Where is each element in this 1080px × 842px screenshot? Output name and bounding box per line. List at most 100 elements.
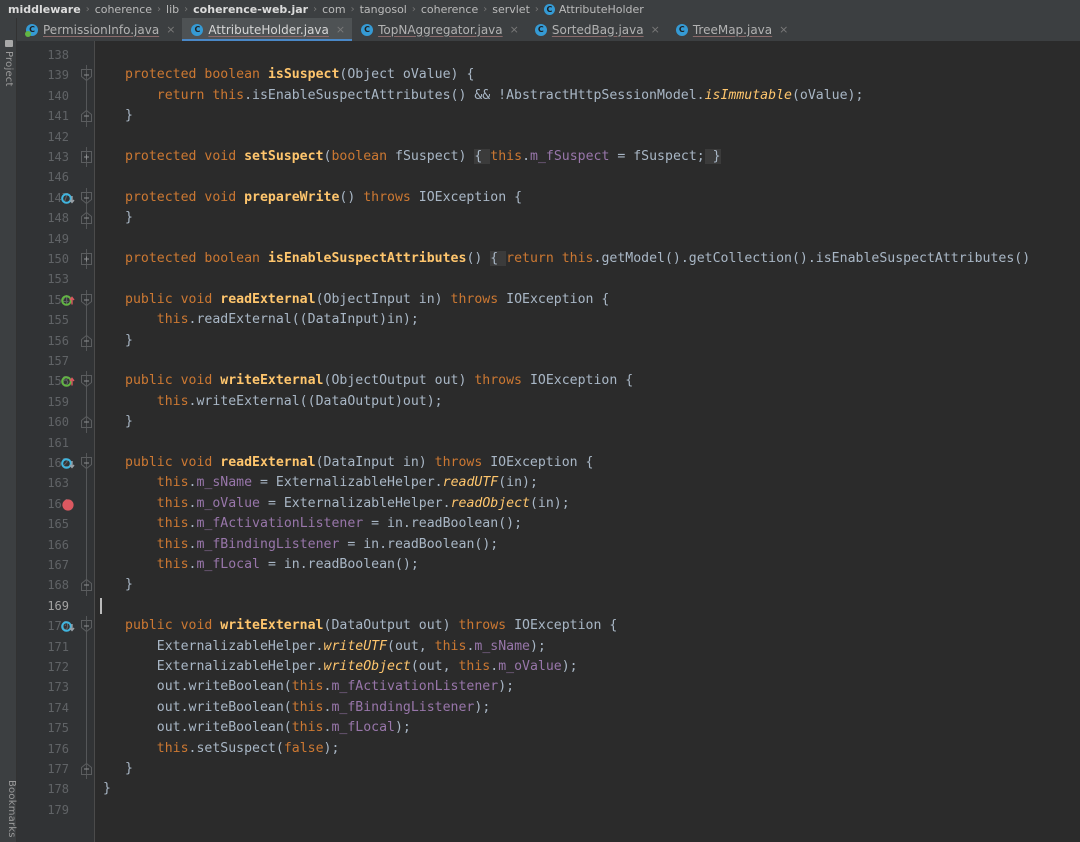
- implement-icon[interactable]: [61, 293, 75, 307]
- breadcrumb-item-coherence-web-jar[interactable]: coherence-web.jar: [193, 0, 308, 18]
- editor-tab-attributeholder-java[interactable]: C AttributeHolder.java ×: [182, 18, 353, 41]
- fold-collapse-start-icon[interactable]: [80, 69, 92, 82]
- editor-tab-sortedbag-java[interactable]: C SortedBag.java ×: [526, 18, 667, 41]
- breadcrumb-label: coherence: [420, 2, 479, 16]
- fold-cell[interactable]: [78, 738, 95, 759]
- breadcrumb-item-coherence[interactable]: coherence: [421, 0, 478, 18]
- close-icon[interactable]: ×: [510, 24, 519, 35]
- fold-expand-icon[interactable]: [80, 253, 92, 265]
- fold-collapse-start-icon[interactable]: [80, 375, 92, 388]
- fold-cell[interactable]: [78, 351, 95, 371]
- fold-cell[interactable]: [78, 127, 95, 147]
- code-token: }: [125, 108, 133, 124]
- fold-cell[interactable]: [78, 800, 95, 820]
- breadcrumb-item-tangosol[interactable]: tangosol: [360, 0, 407, 18]
- fold-cell[interactable]: [78, 759, 95, 780]
- fold-cell[interactable]: [78, 249, 95, 270]
- code-token: setSuspect: [244, 149, 324, 164]
- fold-cell[interactable]: [78, 289, 95, 311]
- code-line: this.m_oValue = ExternalizableHelper.rea…: [125, 494, 570, 514]
- breakpoint-icon[interactable]: [61, 497, 75, 511]
- fold-cell[interactable]: [78, 269, 95, 289]
- fold-collapse-end-icon[interactable]: [80, 416, 92, 429]
- line-number: 142: [47, 129, 69, 144]
- fold-cell[interactable]: [78, 779, 95, 799]
- fold-cell[interactable]: [78, 555, 95, 576]
- editor-gutter[interactable]: 138 139 140 141 142 143 146 147 148 149 150 153 154 1…: [17, 41, 78, 842]
- fold-cell[interactable]: [78, 596, 95, 616]
- code-token: writeExternal: [220, 618, 324, 634]
- code-token: this: [291, 720, 324, 736]
- fold-collapse-end-icon[interactable]: [80, 212, 92, 225]
- code-line: out.writeBoolean(this.m_fLocal);: [125, 718, 411, 738]
- fold-cell[interactable]: [78, 616, 95, 637]
- fold-cell[interactable]: [78, 147, 95, 168]
- fold-cell[interactable]: [78, 412, 95, 433]
- fold-collapse-start-icon[interactable]: [80, 191, 92, 204]
- fold-cell[interactable]: [78, 310, 95, 331]
- code-token: protected: [125, 67, 205, 83]
- fold-collapse-end-icon[interactable]: [80, 579, 92, 592]
- fold-cell[interactable]: [78, 45, 95, 65]
- editor-code-area[interactable]: protected boolean isSuspect(Object oValu…: [95, 41, 1080, 842]
- fold-cell[interactable]: [78, 330, 95, 351]
- breadcrumb-separator: ›: [483, 3, 488, 15]
- fold-cell[interactable]: [78, 718, 95, 739]
- fold-collapse-start-icon[interactable]: [80, 457, 92, 469]
- breadcrumb-item-servlet[interactable]: servlet: [492, 0, 530, 18]
- fold-cell[interactable]: [78, 65, 95, 86]
- tool-window-button-bookmarks[interactable]: Bookmarks: [0, 780, 17, 838]
- java-class-icon: C: [675, 23, 688, 36]
- implement-icon[interactable]: [61, 374, 75, 388]
- override-icon[interactable]: [61, 191, 75, 205]
- fold-cell[interactable]: [78, 677, 95, 698]
- editor-tab-treemap-java[interactable]: C TreeMap.java ×: [667, 18, 796, 41]
- fold-cell[interactable]: [78, 167, 95, 187]
- fold-cell[interactable]: [78, 473, 95, 494]
- fold-cell[interactable]: [78, 371, 95, 392]
- close-icon[interactable]: ×: [779, 24, 788, 35]
- fold-collapse-start-icon[interactable]: [80, 620, 92, 633]
- close-icon[interactable]: ×: [166, 24, 175, 35]
- breadcrumb-item-lib[interactable]: lib: [166, 0, 179, 18]
- fold-cell[interactable]: [78, 453, 95, 474]
- line-number: 168: [47, 578, 69, 593]
- fold-collapse-end-icon[interactable]: [80, 334, 92, 347]
- code-token: (oValue);: [791, 87, 864, 103]
- fold-expand-icon[interactable]: [80, 151, 92, 163]
- fold-cell[interactable]: [78, 493, 95, 515]
- fold-cell[interactable]: [78, 636, 95, 657]
- code-token: ExternalizableHelper.: [125, 659, 324, 674]
- fold-cell[interactable]: [78, 433, 95, 453]
- fold-line: [86, 85, 87, 107]
- fold-cell[interactable]: [78, 208, 95, 229]
- close-icon[interactable]: ×: [651, 24, 660, 35]
- fold-cell[interactable]: [78, 575, 95, 596]
- line-number: 166: [47, 537, 69, 552]
- fold-cell[interactable]: [78, 229, 95, 249]
- editor-tab-topnaggregator-java[interactable]: C TopNAggregator.java ×: [352, 18, 526, 41]
- editor-tab-permissioninfo-java[interactable]: C PermissionInfo.java ×: [17, 18, 182, 41]
- fold-collapse-start-icon[interactable]: [80, 293, 92, 306]
- fold-cell[interactable]: [78, 514, 95, 535]
- breadcrumb-item-middleware[interactable]: middleware: [8, 0, 81, 18]
- fold-collapse-end-icon[interactable]: [80, 110, 92, 123]
- editor-fold-strip[interactable]: [78, 41, 95, 842]
- tool-window-button-project[interactable]: Project: [0, 40, 17, 87]
- fold-cell[interactable]: [78, 697, 95, 719]
- code-token: m_sName: [196, 475, 253, 491]
- breadcrumb-item-com[interactable]: com: [322, 0, 346, 18]
- fold-cell[interactable]: [78, 391, 95, 413]
- breadcrumb-item-attributeholder[interactable]: C AttributeHolder: [543, 0, 644, 18]
- override-icon[interactable]: [61, 456, 75, 470]
- fold-cell[interactable]: [78, 657, 95, 678]
- code-editor[interactable]: 138 139 140 141 142 143 146 147 148 149 150 153 154 1…: [17, 41, 1080, 842]
- fold-collapse-end-icon[interactable]: [80, 763, 92, 775]
- fold-cell[interactable]: [78, 534, 95, 555]
- close-icon[interactable]: ×: [336, 24, 345, 35]
- fold-cell[interactable]: [78, 187, 95, 209]
- fold-cell[interactable]: [78, 85, 95, 107]
- override-icon[interactable]: [61, 619, 75, 633]
- fold-cell[interactable]: [78, 106, 95, 127]
- breadcrumb-item-coherence[interactable]: coherence: [95, 0, 152, 18]
